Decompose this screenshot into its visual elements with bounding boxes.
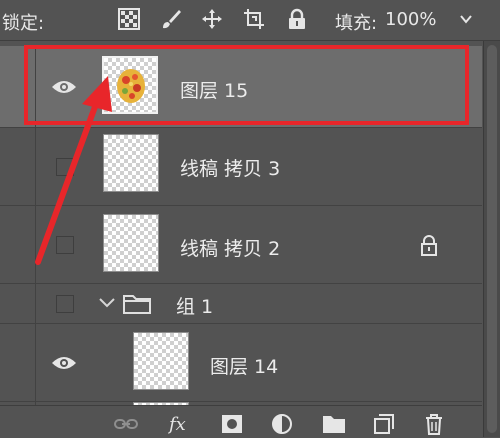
layer-name[interactable]: 线稿 拷贝 2 — [180, 234, 280, 261]
layer-name[interactable]: 线稿 拷贝 3 — [180, 154, 280, 181]
chevron-down-icon[interactable] — [98, 296, 116, 310]
layer-name[interactable]: 图层 15 — [180, 76, 248, 103]
new-group-icon[interactable] — [322, 412, 346, 436]
lock-icon — [421, 235, 437, 256]
egg-thumbnail-image — [117, 69, 145, 103]
layers-footer: fx — [0, 405, 482, 438]
visibility-toggle[interactable] — [56, 295, 74, 313]
scrollbar[interactable] — [483, 41, 500, 437]
divider — [35, 206, 36, 283]
layer-name[interactable]: 图层 14 — [210, 352, 278, 379]
layer-row-lineart-copy-3[interactable]: 线稿 拷贝 3 — [0, 128, 482, 206]
svg-text:fx: fx — [168, 414, 186, 435]
layer-row-15[interactable]: 图层 15 — [0, 46, 482, 128]
group-row-1[interactable]: 组 1 — [0, 284, 482, 324]
layer-thumbnail — [103, 134, 159, 192]
lock-position-icon[interactable] — [201, 8, 223, 30]
divider — [35, 46, 36, 127]
delete-icon[interactable] — [422, 412, 446, 436]
lock-all-icon[interactable] — [286, 8, 308, 30]
layers-toolbar: 锁定: 填充: 100% — [0, 0, 500, 41]
divider — [35, 128, 36, 205]
fill-value[interactable]: 100% — [385, 9, 436, 30]
scrollbar-thumb[interactable] — [487, 45, 497, 433]
divider — [35, 324, 36, 401]
layer-thumbnail — [103, 214, 159, 272]
fill-label: 填充: — [335, 13, 378, 34]
group-name[interactable]: 组 1 — [176, 292, 213, 319]
layer-thumbnail — [102, 56, 158, 114]
new-layer-icon[interactable] — [372, 412, 396, 436]
eye-icon[interactable] — [50, 46, 78, 127]
dropdown-caret-icon[interactable] — [456, 9, 476, 29]
lock-artboard-icon[interactable] — [243, 8, 265, 30]
layers-list: 图层 15 线稿 拷贝 3 线稿 拷贝 2 组 1 图层 14 — [0, 41, 482, 437]
adjustment-layer-icon[interactable] — [270, 412, 294, 436]
lock-image-pixels-icon[interactable] — [160, 8, 182, 30]
layer-thumbnail — [133, 332, 189, 390]
layer-row-14[interactable]: 图层 14 — [0, 324, 482, 402]
visibility-toggle[interactable] — [56, 158, 74, 176]
layer-row-lineart-copy-2[interactable]: 线稿 拷贝 2 — [0, 206, 482, 284]
add-mask-icon[interactable] — [220, 412, 244, 436]
eye-icon[interactable] — [50, 324, 78, 401]
visibility-toggle[interactable] — [56, 236, 74, 254]
lock-transparent-pixels-icon[interactable] — [118, 8, 140, 30]
lock-label: 锁定: — [2, 13, 45, 34]
fx-icon[interactable]: fx — [168, 412, 192, 436]
link-layers-icon[interactable] — [114, 412, 138, 436]
divider — [35, 284, 36, 323]
folder-icon — [123, 295, 151, 314]
